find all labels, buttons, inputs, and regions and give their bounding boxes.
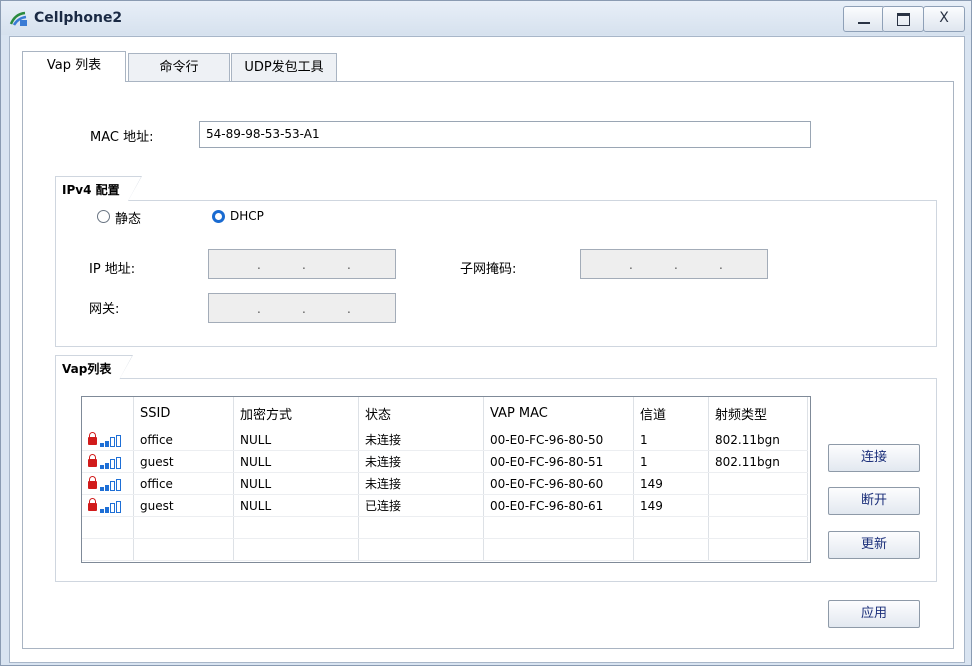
column-header-status[interactable]: 状态 [358,397,484,429]
gateway-label: 网关: [89,302,120,317]
cell-channel: 1 [633,450,709,473]
static-radio-label: 静态 [115,212,142,227]
cell-status: 未连接 [358,472,484,495]
signal-icon [100,433,122,447]
cell-radio-type: 802.11bgn [708,450,808,473]
ip-address-label: IP 地址: [89,262,136,277]
cell-radio-type: 802.11bgn [708,429,808,451]
cell-encryption: NULL [233,450,359,473]
cell-ssid: office [133,472,234,495]
cell-ssid: guest [133,494,234,517]
table-header: SSID 加密方式 状态 VAP MAC 信道 射频类型 [82,397,808,429]
minimize-button[interactable] [843,6,885,32]
cell-radio-type [708,472,808,495]
ap-status-icon [82,450,134,473]
column-header-ssid[interactable]: SSID [133,397,234,429]
ipv4-group-title: IPv4 配置 [55,176,142,201]
lock-icon [88,431,97,445]
tab-panel: MAC 地址: 54-89-98-53-53-A1 IPv4 配置 静态 DHC… [22,81,954,649]
signal-icon [100,499,122,513]
minimize-icon [858,22,870,24]
vap-group-title: Vap列表 [55,355,134,380]
column-header-radio-type[interactable]: 射频类型 [708,397,808,429]
dhcp-radio[interactable] [212,210,225,223]
cell-ssid: guest [133,450,234,473]
app-icon [9,11,27,26]
ap-status-icon [82,429,134,451]
gateway-input[interactable]: ... [208,293,396,323]
vap-table-grid: SSID 加密方式 状态 VAP MAC 信道 射频类型 office NULL… [82,397,808,561]
table-row[interactable]: office NULL 未连接 00-E0-FC-96-80-60 149 [82,472,808,495]
cell-status: 已连接 [358,494,484,517]
mac-label: MAC 地址: [90,130,154,145]
title-bar[interactable]: Cellphone2 X [1,1,971,35]
cell-encryption: NULL [233,429,359,451]
cell-vap-mac: 00-E0-FC-96-80-51 [483,450,634,473]
lock-icon [88,475,97,489]
dhcp-radio-label: DHCP [230,209,264,223]
tab-vap-list[interactable]: Vap 列表 [22,51,126,82]
maximize-icon [897,13,910,26]
column-header-channel[interactable]: 信道 [633,397,709,429]
close-icon: X [939,10,949,26]
static-radio[interactable] [97,210,110,223]
close-button[interactable]: X [923,6,965,32]
column-header-icon[interactable] [82,397,134,429]
table-row-empty [82,538,808,561]
subnet-mask-input[interactable]: ... [580,249,768,279]
cell-encryption: NULL [233,494,359,517]
mac-input[interactable]: 54-89-98-53-53-A1 [199,121,811,148]
cell-status: 未连接 [358,429,484,451]
signal-icon [100,455,122,469]
subnet-mask-label: 子网掩码: [460,262,517,277]
signal-icon [100,477,122,491]
lock-icon [88,453,97,467]
cell-channel: 149 [633,472,709,495]
cell-vap-mac: 00-E0-FC-96-80-61 [483,494,634,517]
column-header-vap-mac[interactable]: VAP MAC [483,397,634,429]
cell-channel: 149 [633,494,709,517]
tab-udp-tool[interactable]: UDP发包工具 [231,53,337,82]
table-row-empty [82,516,808,539]
window-title: Cellphone2 [34,10,123,26]
cell-vap-mac: 00-E0-FC-96-80-60 [483,472,634,495]
refresh-button[interactable]: 更新 [828,531,920,559]
connect-button[interactable]: 连接 [828,444,920,472]
lock-icon [88,497,97,511]
column-header-encryption[interactable]: 加密方式 [233,397,359,429]
maximize-button[interactable] [882,6,924,32]
apply-button[interactable]: 应用 [828,600,920,628]
cell-ssid: office [133,429,234,451]
client-area: Vap 列表 命令行 UDP发包工具 MAC 地址: 54-89-98-53-5… [9,36,965,663]
cell-radio-type [708,494,808,517]
disconnect-button[interactable]: 断开 [828,487,920,515]
vap-table[interactable]: SSID 加密方式 状态 VAP MAC 信道 射频类型 office NULL… [81,396,811,563]
cell-encryption: NULL [233,472,359,495]
cell-channel: 1 [633,429,709,451]
app-window: Cellphone2 X Vap 列表 命令行 UDP发包工具 MAC 地址: … [0,0,972,666]
table-row[interactable]: guest NULL 已连接 00-E0-FC-96-80-61 149 [82,494,808,517]
ip-address-input[interactable]: ... [208,249,396,279]
tab-command-line[interactable]: 命令行 [128,53,230,82]
table-row[interactable]: office NULL 未连接 00-E0-FC-96-80-50 1 802.… [82,429,808,451]
ap-status-icon [82,494,134,517]
cell-status: 未连接 [358,450,484,473]
ap-status-icon [82,472,134,495]
cell-vap-mac: 00-E0-FC-96-80-50 [483,429,634,451]
table-row[interactable]: guest NULL 未连接 00-E0-FC-96-80-51 1 802.1… [82,450,808,473]
